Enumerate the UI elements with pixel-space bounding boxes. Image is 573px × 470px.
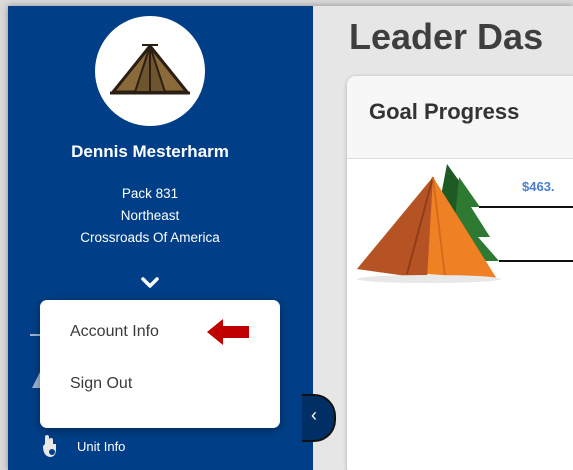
goal-progress-card: Goal Progress $463. (347, 76, 573, 470)
sidebar-item-unit-info[interactable]: Unit Info (38, 430, 198, 462)
app-frame: Dennis Mesterharm Pack 831 Northeast Cro… (8, 6, 573, 470)
avatar[interactable] (95, 16, 205, 126)
main-content: Leader Das Goal Progress $463. (313, 6, 573, 470)
chevron-down-icon (141, 277, 159, 288)
hidden-item-marker (30, 334, 40, 336)
arrow-left-icon (207, 319, 249, 345)
page-title: Leader Das (349, 16, 544, 57)
user-district: Northeast (120, 208, 180, 223)
goal-amount-label: $463. (522, 179, 555, 194)
menu-item-sign-out[interactable]: Sign Out (70, 375, 132, 393)
tent-shade (357, 177, 433, 279)
user-name: Dennis Mesterharm (71, 142, 229, 161)
sidebar-item-label: Unit Info (77, 438, 126, 454)
user-council: Crossroads Of America (80, 230, 220, 245)
expand-chevron-button[interactable] (138, 271, 162, 295)
hand-icon (43, 435, 56, 457)
card-header: Goal Progress (347, 76, 573, 159)
menu-item-account-info[interactable]: Account Info (70, 323, 159, 341)
account-dropdown-menu: Account Info Sign Out (40, 300, 280, 428)
card-title: Goal Progress (369, 99, 520, 124)
tent-icon (110, 44, 190, 95)
user-pack: Pack 831 (121, 186, 179, 201)
